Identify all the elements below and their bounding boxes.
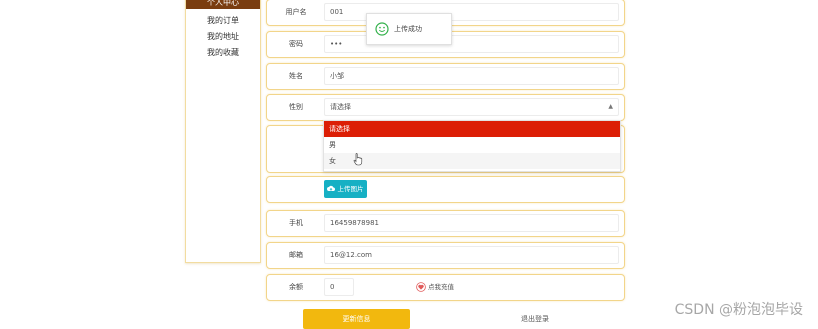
- phone-input[interactable]: 16459878981: [324, 214, 619, 232]
- username-label: 用户名: [285, 8, 307, 16]
- name-input[interactable]: 小邹: [324, 67, 619, 85]
- gender-label: 性别: [289, 103, 303, 111]
- sidebar-header: 个人中心: [186, 0, 260, 9]
- name-row: 姓名 小邹: [266, 63, 625, 90]
- balance-input: 0: [324, 278, 354, 296]
- phone-row: 手机 16459878981: [266, 210, 625, 237]
- toast-message: 上传成功: [394, 25, 422, 33]
- sidebar-item-orders[interactable]: 我的订单: [186, 13, 260, 29]
- update-info-button[interactable]: 更新信息: [303, 309, 410, 329]
- gender-select-value: 请选择: [330, 103, 351, 111]
- sidebar-item-favorites[interactable]: 我的收藏: [186, 45, 260, 61]
- chevron-up-icon: ▲: [608, 103, 613, 110]
- name-label: 姓名: [289, 72, 303, 80]
- balance-row: 余额 0 点我充值: [266, 274, 625, 301]
- recharge-icon[interactable]: [416, 282, 426, 292]
- gender-option-placeholder[interactable]: 请选择: [324, 121, 620, 137]
- upload-image-button[interactable]: 上传图片: [324, 180, 367, 198]
- upload-row: 上传图片: [266, 176, 625, 203]
- sidebar-item-addresses[interactable]: 我的地址: [186, 29, 260, 45]
- success-toast: 上传成功: [366, 13, 452, 45]
- smile-icon: [375, 22, 389, 36]
- sidebar: 个人中心 我的订单 我的地址 我的收藏: [185, 0, 261, 263]
- gender-select[interactable]: 请选择 ▲: [324, 98, 619, 116]
- recharge-link[interactable]: 点我充值: [428, 275, 454, 300]
- gender-dropdown: 请选择 男 女: [323, 120, 621, 172]
- gender-row: 性别 请选择 ▲: [266, 94, 625, 121]
- gender-option-male[interactable]: 男: [324, 137, 620, 153]
- email-label: 邮箱: [289, 251, 303, 259]
- logout-button[interactable]: 退出登录: [505, 309, 565, 329]
- watermark: CSDN @粉泡泡毕设: [674, 302, 803, 318]
- gender-option-female[interactable]: 女: [324, 153, 620, 169]
- password-label: 密码: [289, 40, 303, 48]
- hand-cursor-icon: [353, 153, 363, 166]
- email-input[interactable]: 16@12.com: [324, 246, 619, 264]
- balance-label: 余额: [289, 283, 303, 291]
- phone-label: 手机: [289, 219, 303, 227]
- upload-image-label: 上传图片: [337, 185, 364, 193]
- cloud-upload-icon: [327, 185, 336, 192]
- email-row: 邮箱 16@12.com: [266, 242, 625, 269]
